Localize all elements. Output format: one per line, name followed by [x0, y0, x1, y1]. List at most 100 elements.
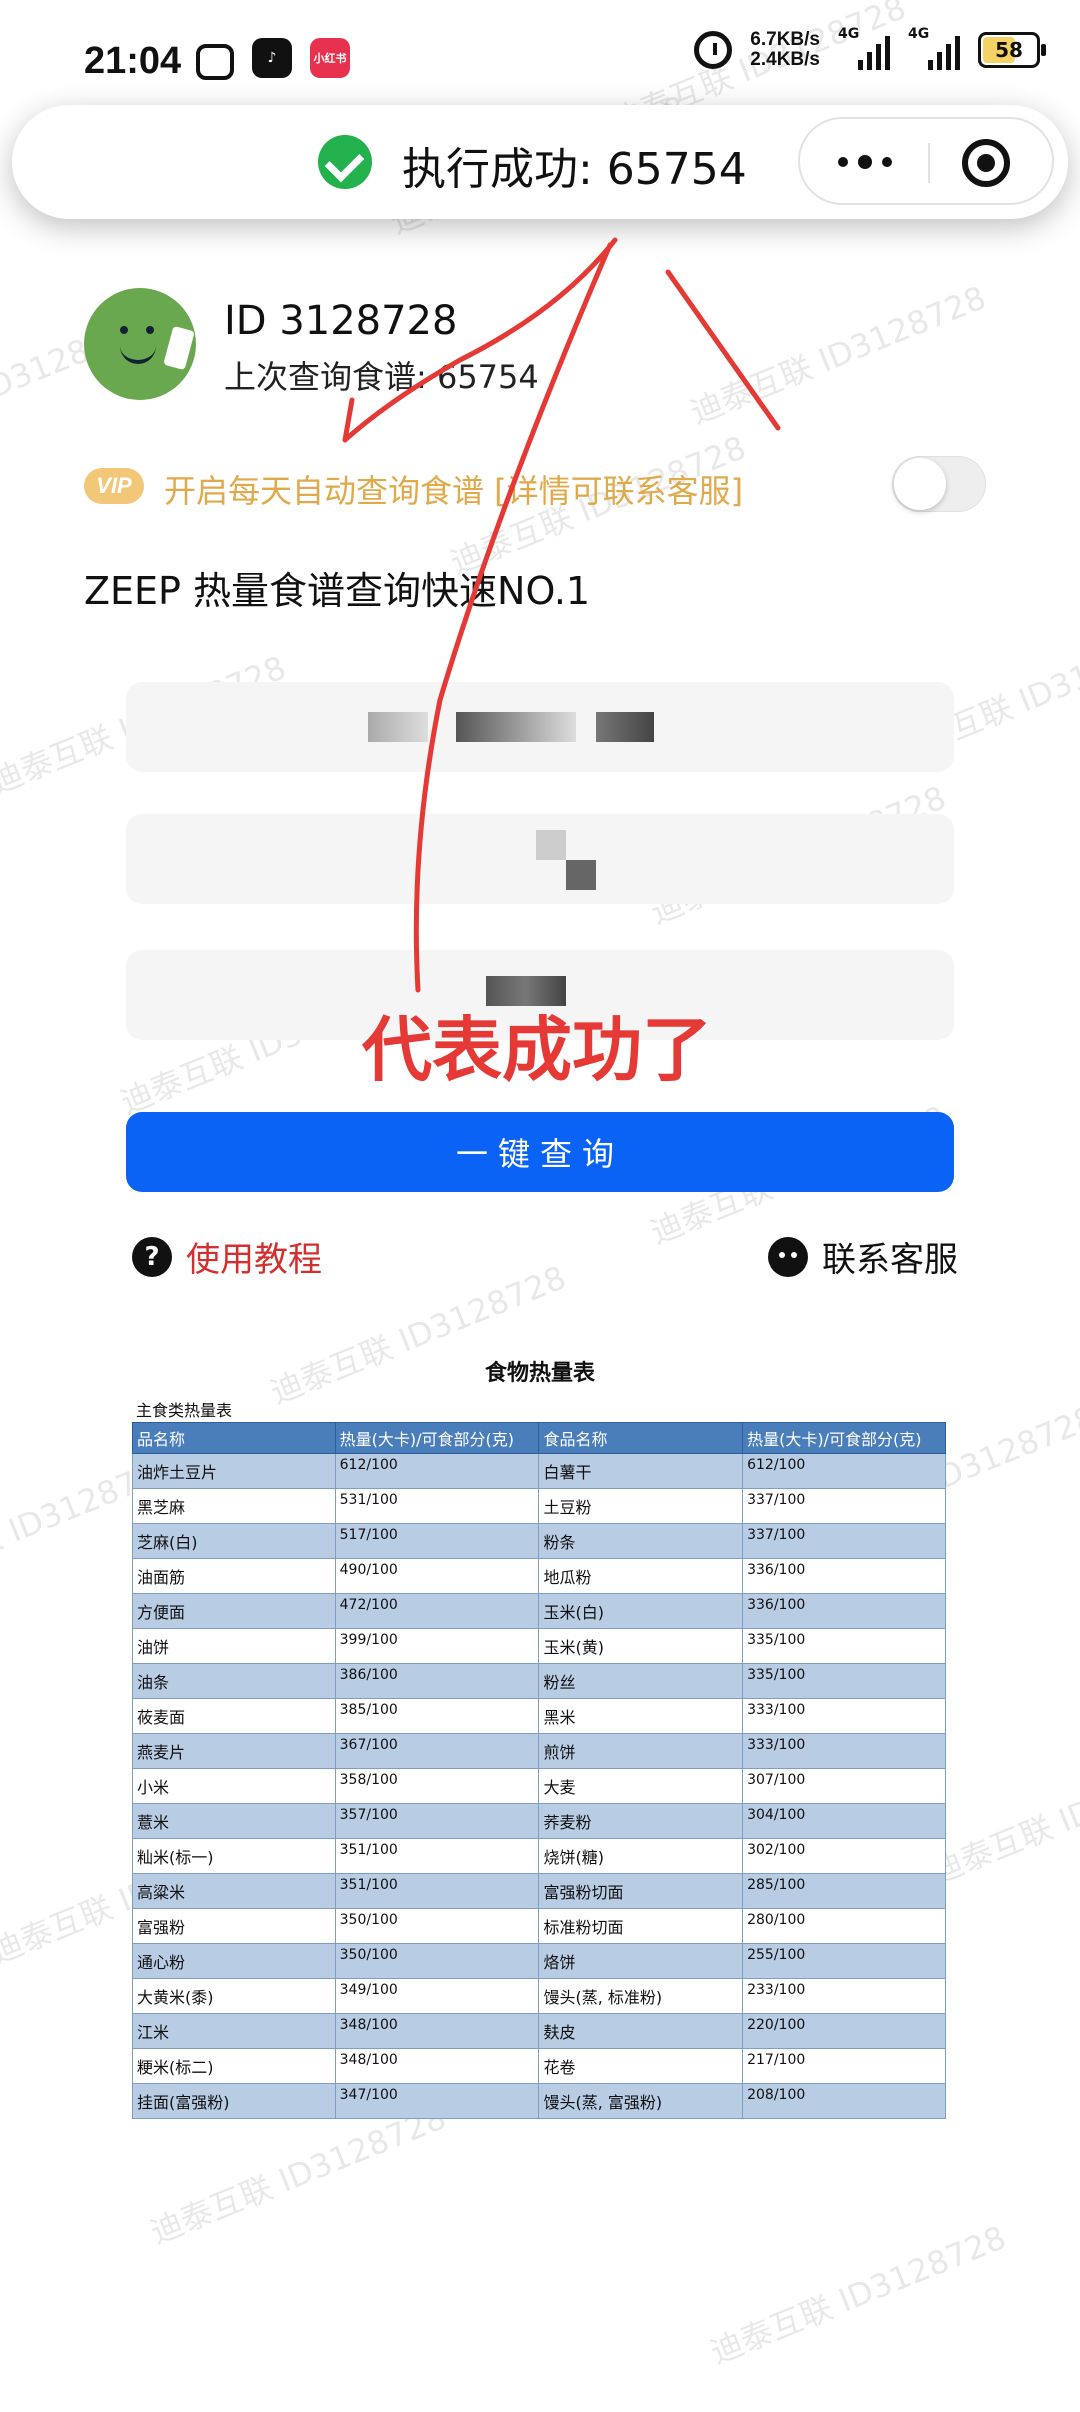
status-right: 6.7KB/s 2.4KB/s 4G 4G 58 — [694, 26, 1046, 70]
table-row: 粳米(标二) 348/100 花卷 217/100 — [132, 2048, 946, 2084]
calorie-value-cell: 351/100 — [334, 1838, 540, 1874]
calorie-value-cell: 348/100 — [334, 2013, 540, 2049]
calorie-value-cell: 220/100 — [742, 2013, 946, 2049]
table-row: 挂面(富强粉) 347/100 馒头(蒸, 富强粉) 208/100 — [132, 2083, 946, 2119]
calorie-value-cell: 337/100 — [742, 1488, 946, 1524]
food-name-cell: 馒头(蒸, 富强粉) — [538, 2083, 744, 2119]
food-name-cell: 麸皮 — [538, 2013, 744, 2049]
calorie-value-cell: 399/100 — [334, 1628, 540, 1664]
calorie-value-cell: 367/100 — [334, 1733, 540, 1769]
food-name-cell: 挂面(富强粉) — [132, 2083, 336, 2119]
table-row: 小米 358/100 大麦 307/100 — [132, 1768, 946, 1804]
calorie-value-cell: 336/100 — [742, 1558, 946, 1594]
food-name-cell: 高粱米 — [132, 1873, 336, 1909]
food-name-cell: 黑芝麻 — [132, 1488, 336, 1524]
annotation-success-text: 代表成功了 — [362, 1009, 712, 1091]
calorie-value-cell: 348/100 — [334, 2048, 540, 2084]
signal-type-label: 4G — [838, 26, 860, 42]
vip-badge: VIP — [84, 468, 144, 504]
calorie-value-cell: 350/100 — [334, 1943, 540, 1979]
calorie-value-cell: 337/100 — [742, 1523, 946, 1559]
food-name-cell: 粉丝 — [538, 1663, 744, 1699]
calorie-value-cell: 304/100 — [742, 1803, 946, 1839]
calorie-value-cell: 285/100 — [742, 1873, 946, 1909]
account-input[interactable] — [126, 682, 954, 772]
status-bar: 21:04 ♪ 小红书 6.7KB/s 2.4KB/s 4G 4G 58 — [0, 0, 1080, 120]
password-input[interactable] — [126, 814, 954, 904]
status-time: 21:04 — [84, 40, 182, 82]
food-name-cell: 通心粉 — [132, 1943, 336, 1979]
food-name-cell: 油面筋 — [132, 1558, 336, 1594]
alarm-icon — [694, 31, 733, 69]
food-name-cell: 籼米(标一) — [132, 1838, 336, 1874]
food-name-cell: 芝麻(白) — [132, 1523, 336, 1559]
calorie-value-cell: 208/100 — [742, 2083, 946, 2119]
calorie-value-cell: 349/100 — [334, 1978, 540, 2014]
calorie-value-cell: 302/100 — [742, 1838, 946, 1874]
calorie-value-cell: 307/100 — [742, 1768, 946, 1804]
food-name-cell: 荞麦粉 — [538, 1803, 744, 1839]
column-header: 食品名称 — [538, 1422, 744, 1454]
table-row: 高粱米 351/100 富强粉切面 285/100 — [132, 1873, 946, 1909]
chat-icon — [768, 1236, 808, 1277]
battery-icon: 58 — [978, 32, 1046, 68]
capsule-divider — [928, 143, 930, 183]
column-header: 热量(大卡)/可食部分(克) — [334, 1422, 540, 1454]
food-name-cell: 江米 — [132, 2013, 336, 2049]
food-name-cell: 黑米 — [538, 1698, 744, 1734]
column-header: 热量(大卡)/可食部分(克) — [742, 1422, 946, 1454]
more-button[interactable] — [838, 155, 892, 169]
vip-auto-query-text: 开启每天自动查询食谱 [详情可联系客服] — [164, 472, 744, 510]
food-name-cell: 油条 — [132, 1663, 336, 1699]
food-name-cell: 煎饼 — [538, 1733, 744, 1769]
customer-service-link[interactable]: 联系客服 — [768, 1232, 958, 1281]
food-name-cell: 粳米(标二) — [132, 2048, 336, 2084]
customer-service-label: 联系客服 — [822, 1240, 958, 1280]
net-speed-up: 6.7KB/s — [750, 29, 820, 50]
table-row: 油面筋 490/100 地瓜粉 336/100 — [132, 1558, 946, 1594]
table-row: 油饼 399/100 玉米(黄) 335/100 — [132, 1628, 946, 1664]
notification-icons: ♪ 小红书 — [196, 38, 350, 80]
signal-icon: 4G — [838, 26, 890, 70]
food-name-cell: 薏米 — [132, 1803, 336, 1839]
calorie-value-cell: 386/100 — [334, 1663, 540, 1699]
calorie-value-cell: 350/100 — [334, 1908, 540, 1944]
mini-program-capsule — [798, 117, 1054, 205]
calorie-value-cell: 472/100 — [334, 1593, 540, 1629]
table-row: 莜麦面 385/100 黑米 333/100 — [132, 1698, 946, 1734]
calorie-value-cell: 233/100 — [742, 1978, 946, 2014]
food-name-cell: 富强粉 — [132, 1908, 336, 1944]
food-name-cell: 烙饼 — [538, 1943, 744, 1979]
table-row: 薏米 357/100 荞麦粉 304/100 — [132, 1803, 946, 1839]
calorie-value-cell: 347/100 — [334, 2083, 540, 2119]
calorie-value-cell: 335/100 — [742, 1663, 946, 1699]
last-query: 上次查询食谱: 65754 — [224, 358, 539, 396]
table-subtitle: 主食类热量表 — [136, 1401, 233, 1420]
watermark: 迪泰互联 ID3128728 — [925, 1738, 1080, 1892]
question-icon: ? — [132, 1236, 172, 1277]
calorie-value-cell: 612/100 — [334, 1453, 540, 1489]
one-click-query-button[interactable]: 一键查询 — [126, 1112, 954, 1192]
table-row: 油炸土豆片 612/100 白薯干 612/100 — [132, 1453, 946, 1489]
food-name-cell: 小米 — [132, 1768, 336, 1804]
avatar[interactable] — [84, 288, 196, 400]
calorie-value-cell: 217/100 — [742, 2048, 946, 2084]
close-mini-program-button[interactable] — [962, 139, 1010, 187]
bilibili-icon — [196, 44, 234, 80]
food-name-cell: 油炸土豆片 — [132, 1453, 336, 1489]
calorie-value-cell: 531/100 — [334, 1488, 540, 1524]
calorie-value-cell: 255/100 — [742, 1943, 946, 1979]
food-name-cell: 粉条 — [538, 1523, 744, 1559]
signal-icon: 4G — [908, 26, 960, 70]
tutorial-link[interactable]: ? 使用教程 — [132, 1232, 322, 1281]
food-name-cell: 大麦 — [538, 1768, 744, 1804]
food-name-cell: 方便面 — [132, 1593, 336, 1629]
calorie-value-cell: 490/100 — [334, 1558, 540, 1594]
auto-query-toggle[interactable] — [892, 456, 986, 512]
food-calorie-table: 品名称 热量(大卡)/可食部分(克) 食品名称 热量(大卡)/可食部分(克) 油… — [132, 1422, 946, 2119]
table-row: 黑芝麻 531/100 土豆粉 337/100 — [132, 1488, 946, 1524]
watermark: 迪泰互联 ID3128728 — [705, 2218, 1012, 2372]
user-id: ID 3128728 — [224, 298, 458, 344]
table-row: 芝麻(白) 517/100 粉条 337/100 — [132, 1523, 946, 1559]
calorie-value-cell: 351/100 — [334, 1873, 540, 1909]
